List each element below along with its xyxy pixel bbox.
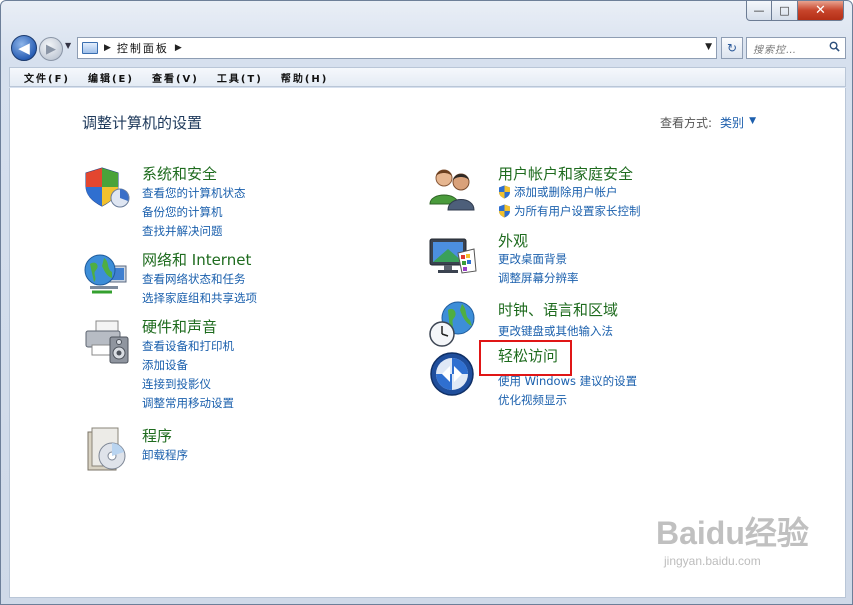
arrow-right-icon: ▶ bbox=[46, 41, 56, 57]
highlight-box bbox=[479, 340, 572, 376]
link-mobility-settings[interactable]: 调整常用移动设置 bbox=[142, 395, 234, 411]
link-view-computer-status[interactable]: 查看您的计算机状态 bbox=[142, 185, 246, 201]
shield-security-icon[interactable] bbox=[82, 164, 132, 212]
menu-bar: 文件(F) 编辑(E) 查看(V) 工具(T) 帮助(H) bbox=[9, 67, 846, 87]
baidu-watermark: Baidu经验 jingyan.baidu.com bbox=[656, 508, 809, 568]
menu-file[interactable]: 文件(F) bbox=[24, 70, 70, 85]
link-connect-projector[interactable]: 连接到投影仪 bbox=[142, 376, 211, 392]
link-change-background[interactable]: 更改桌面背景 bbox=[498, 251, 567, 267]
refresh-button[interactable]: ↻ bbox=[721, 37, 743, 59]
address-bar[interactable]: ▶ 控制面板 ▶ ▼ bbox=[77, 37, 717, 59]
back-button[interactable]: ◀ bbox=[11, 35, 37, 61]
search-placeholder: 搜索控… bbox=[753, 44, 797, 56]
menu-help[interactable]: 帮助(H) bbox=[281, 70, 329, 85]
link-text[interactable]: 为所有用户设置家长控制 bbox=[514, 203, 641, 219]
category-network-internet: 网络和 Internet 查看网络状态和任务 选择家庭组和共享选项 bbox=[82, 246, 382, 306]
breadcrumb-separator-icon[interactable]: ▶ bbox=[104, 43, 111, 53]
link-change-keyboard[interactable]: 更改键盘或其他输入法 bbox=[498, 323, 613, 339]
link-add-device[interactable]: 添加设备 bbox=[142, 357, 188, 373]
address-dropdown-icon[interactable]: ▼ bbox=[705, 42, 712, 52]
uac-shield-icon bbox=[499, 185, 510, 199]
category-title[interactable]: 硬件和声音 bbox=[142, 316, 217, 337]
category-title[interactable]: 外观 bbox=[498, 230, 528, 251]
globe-network-icon[interactable] bbox=[82, 250, 132, 298]
menu-edit[interactable]: 编辑(E) bbox=[88, 70, 134, 85]
control-panel-window: — □ ✕ ◀ ▶ ▼ ▶ 控制面板 ▶ ▼ ↻ 搜索控… 文件(F) 编辑(E… bbox=[0, 0, 853, 605]
search-icon[interactable] bbox=[829, 41, 840, 52]
category-appearance: 外观 更改桌面背景 调整屏幕分辨率 bbox=[428, 227, 728, 287]
category-title[interactable]: 网络和 Internet bbox=[142, 249, 251, 270]
view-by: 查看方式: 类别 ▼ bbox=[660, 114, 756, 131]
link-optimize-visual-display[interactable]: 优化视频显示 bbox=[498, 392, 567, 408]
forward-button[interactable]: ▶ bbox=[39, 37, 63, 61]
close-button[interactable]: ✕ bbox=[798, 1, 844, 21]
category-title[interactable]: 系统和安全 bbox=[142, 163, 217, 184]
category-title[interactable]: 程序 bbox=[142, 425, 172, 446]
minimize-button[interactable]: — bbox=[746, 1, 772, 21]
category-user-accounts: 用户帐户和家庭安全 添加或删除用户帐户 为所有用户设置家长控制 bbox=[428, 160, 728, 220]
link-text[interactable]: 添加或删除用户帐户 bbox=[514, 184, 618, 200]
maximize-button[interactable]: □ bbox=[772, 1, 798, 21]
ease-of-access-icon[interactable] bbox=[428, 350, 478, 398]
watermark-url: jingyan.baidu.com bbox=[664, 554, 761, 568]
breadcrumb-control-panel[interactable]: 控制面板 bbox=[117, 40, 169, 56]
link-uninstall-program[interactable]: 卸载程序 bbox=[142, 447, 188, 463]
category-title[interactable]: 时钟、语言和区域 bbox=[498, 299, 618, 320]
breadcrumb-separator-icon[interactable]: ▶ bbox=[175, 43, 182, 53]
link-parental-controls[interactable]: 为所有用户设置家长控制 bbox=[498, 203, 641, 219]
category-system-security: 系统和安全 查看您的计算机状态 备份您的计算机 查找并解决问题 bbox=[82, 160, 382, 240]
category-title[interactable]: 用户帐户和家庭安全 bbox=[498, 163, 633, 184]
category-ease-of-access: 轻松访问 使用 Windows 建议的设置 优化视频显示 bbox=[428, 346, 728, 408]
link-homegroup-sharing[interactable]: 选择家庭组和共享选项 bbox=[142, 290, 257, 306]
view-by-label: 查看方式: bbox=[660, 116, 713, 130]
category-hardware-sound: 硬件和声音 查看设备和打印机 添加设备 连接到投影仪 调整常用移动设置 bbox=[82, 313, 382, 413]
search-input[interactable]: 搜索控… bbox=[746, 37, 846, 59]
link-devices-printers[interactable]: 查看设备和打印机 bbox=[142, 338, 234, 354]
control-panel-icon bbox=[82, 42, 98, 54]
printer-speaker-icon[interactable] bbox=[82, 317, 132, 365]
monitor-palette-icon[interactable] bbox=[428, 231, 478, 279]
users-icon[interactable] bbox=[428, 164, 478, 212]
category-clock-language-region: 时钟、语言和区域 更改键盘或其他输入法 bbox=[428, 296, 728, 348]
arrow-left-icon: ◀ bbox=[18, 39, 30, 57]
link-network-status[interactable]: 查看网络状态和任务 bbox=[142, 271, 246, 287]
refresh-icon: ↻ bbox=[726, 41, 738, 55]
recent-pages-dropdown[interactable]: ▼ bbox=[65, 41, 71, 50]
uac-shield-icon bbox=[499, 204, 510, 218]
chevron-down-icon[interactable]: ▼ bbox=[749, 116, 756, 131]
category-programs: 程序 卸载程序 bbox=[82, 422, 382, 472]
main-content: 调整计算机的设置 查看方式: 类别 ▼ 系统和安全 查看您的计算机状态 备份您的… bbox=[9, 88, 846, 598]
programs-disc-icon[interactable] bbox=[82, 426, 132, 474]
page-title: 调整计算机的设置 bbox=[82, 114, 203, 132]
clock-globe-icon[interactable] bbox=[428, 300, 478, 348]
link-backup-computer[interactable]: 备份您的计算机 bbox=[142, 204, 223, 220]
caption-buttons: — □ ✕ bbox=[746, 1, 844, 21]
navigation-row: ◀ ▶ ▼ ▶ 控制面板 ▶ ▼ ↻ 搜索控… bbox=[9, 33, 846, 63]
view-by-dropdown[interactable]: 类别 bbox=[720, 114, 744, 131]
menu-tools[interactable]: 工具(T) bbox=[217, 70, 263, 85]
link-troubleshoot[interactable]: 查找并解决问题 bbox=[142, 223, 223, 239]
watermark-logo: Baidu经验 bbox=[656, 515, 809, 551]
link-add-remove-accounts[interactable]: 添加或删除用户帐户 bbox=[498, 184, 618, 200]
chevron-down-icon: ▼ bbox=[65, 41, 72, 50]
link-screen-resolution[interactable]: 调整屏幕分辨率 bbox=[498, 270, 579, 286]
menu-view[interactable]: 查看(V) bbox=[152, 70, 199, 85]
